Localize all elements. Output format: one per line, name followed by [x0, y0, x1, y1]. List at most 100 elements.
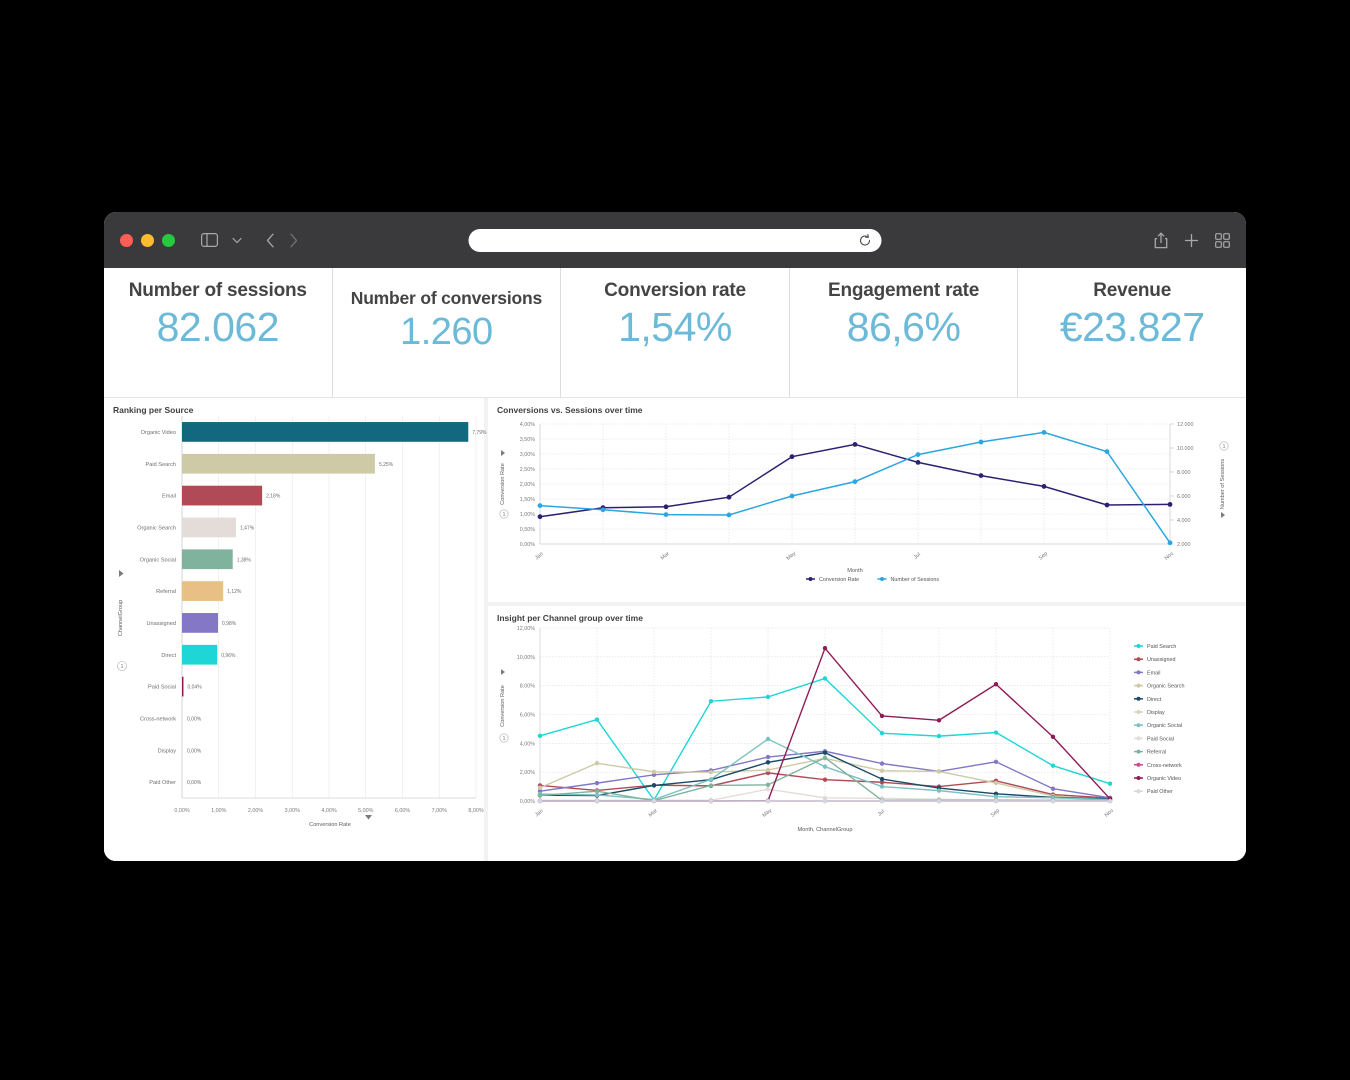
data-point[interactable]	[708, 783, 714, 788]
data-point[interactable]	[594, 780, 600, 786]
data-point[interactable]	[852, 442, 858, 447]
bar[interactable]	[182, 422, 469, 442]
data-point[interactable]	[594, 788, 600, 794]
data-point[interactable]	[879, 731, 885, 736]
data-point[interactable]	[594, 717, 600, 722]
data-point[interactable]	[765, 736, 771, 742]
bar[interactable]	[182, 644, 218, 665]
data-point[interactable]	[822, 750, 828, 755]
data-point[interactable]	[993, 759, 999, 764]
kpi-card-conversions[interactable]: Number of conversions 1.260	[333, 268, 562, 397]
data-point[interactable]	[879, 713, 885, 719]
legend-item[interactable]: Organic Video	[1147, 776, 1181, 782]
data-point[interactable]	[915, 460, 921, 465]
data-point[interactable]	[879, 798, 885, 804]
data-point[interactable]	[822, 645, 828, 651]
data-point[interactable]	[993, 780, 999, 786]
data-point[interactable]	[651, 798, 657, 804]
kpi-card-conversion-rate[interactable]: Conversion rate 1,54%	[561, 268, 790, 397]
data-point[interactable]	[708, 798, 714, 804]
data-point[interactable]	[765, 754, 771, 760]
data-point[interactable]	[852, 479, 858, 484]
data-point[interactable]	[765, 760, 771, 765]
data-point[interactable]	[789, 493, 795, 499]
multi-line-chart-canvas[interactable]: 0,00% 2,00% 4,00% 6,00% 8,00% 10,00% 12,00% Jan…	[488, 606, 1242, 861]
data-point[interactable]	[765, 767, 771, 773]
data-point[interactable]	[879, 776, 885, 782]
data-point[interactable]	[663, 504, 669, 510]
data-point[interactable]	[651, 783, 657, 788]
data-point[interactable]	[708, 699, 714, 704]
data-point[interactable]	[726, 494, 732, 500]
data-point[interactable]	[600, 507, 606, 513]
data-point[interactable]	[789, 454, 795, 460]
data-point[interactable]	[1167, 540, 1173, 546]
insight-per-channel-group-chart[interactable]: Insight per Channel group over time 0,00…	[488, 606, 1246, 861]
share-icon[interactable]	[1154, 232, 1168, 249]
chevron-down-icon[interactable]	[232, 237, 242, 244]
address-input[interactable]	[478, 234, 859, 246]
legend-item[interactable]: Organic Social	[1147, 723, 1182, 729]
reload-icon[interactable]	[859, 233, 872, 247]
data-point[interactable]	[822, 755, 828, 760]
data-point[interactable]	[765, 694, 771, 700]
bar[interactable]	[182, 613, 219, 633]
data-point[interactable]	[879, 761, 885, 766]
legend-item[interactable]: Organic Search	[1147, 684, 1184, 690]
data-point[interactable]	[537, 785, 543, 790]
data-point[interactable]	[663, 512, 669, 517]
data-point[interactable]	[1050, 798, 1056, 804]
data-point[interactable]	[651, 769, 657, 775]
data-point[interactable]	[594, 792, 600, 798]
line-chart-canvas[interactable]: 0,00% 0,50% 1,00% 1,50% 2,00% 2,50% 3,00% 3,50%…	[488, 398, 1242, 602]
data-point[interactable]	[978, 473, 984, 478]
data-point[interactable]	[936, 733, 942, 739]
data-point[interactable]	[993, 798, 999, 804]
data-point[interactable]	[936, 798, 942, 804]
legend-item[interactable]: Cross-network	[1147, 763, 1182, 769]
bar[interactable]	[182, 549, 233, 570]
data-point[interactable]	[537, 503, 543, 508]
data-point[interactable]	[993, 682, 999, 687]
data-point[interactable]	[936, 718, 942, 723]
data-point[interactable]	[594, 798, 600, 804]
data-point[interactable]	[1104, 502, 1110, 508]
data-point[interactable]	[936, 769, 942, 774]
sidebar-icon[interactable]	[201, 233, 218, 247]
data-point[interactable]	[537, 514, 543, 520]
data-point[interactable]	[726, 512, 732, 518]
close-window-button[interactable]	[120, 233, 133, 247]
ranking-per-source-chart[interactable]: Ranking per Source 0,00% 1,00% 2,00% 3,00% 4…	[104, 398, 488, 861]
data-point[interactable]	[978, 439, 984, 445]
data-point[interactable]	[822, 764, 828, 769]
data-point[interactable]	[537, 798, 543, 804]
tab-overview-icon[interactable]	[1215, 232, 1230, 248]
data-point[interactable]	[1107, 781, 1113, 786]
legend-item[interactable]: Unassigned	[1147, 657, 1175, 663]
data-point[interactable]	[1041, 484, 1047, 489]
minimize-window-button[interactable]	[141, 233, 154, 247]
data-point[interactable]	[1107, 798, 1113, 804]
legend-item[interactable]: Display	[1147, 710, 1165, 716]
conversions-vs-sessions-chart[interactable]: Conversions vs. Sessions over time 0,00%…	[488, 398, 1246, 602]
data-point[interactable]	[1050, 786, 1056, 791]
kpi-card-revenue[interactable]: Revenue €23.827	[1018, 268, 1246, 397]
data-point[interactable]	[1167, 502, 1173, 507]
legend-item[interactable]: Paid Other	[1147, 789, 1173, 795]
maximize-window-button[interactable]	[162, 233, 175, 247]
data-point[interactable]	[936, 788, 942, 793]
data-point[interactable]	[537, 733, 543, 739]
address-bar[interactable]	[468, 228, 882, 252]
plus-icon[interactable]	[1184, 233, 1199, 248]
bar[interactable]	[182, 453, 375, 474]
bar[interactable]	[182, 581, 224, 601]
data-point[interactable]	[765, 798, 771, 804]
bar-chart-canvas[interactable]: 0,00% 1,00% 2,00% 3,00% 4,00% 5,00% 6,00% 7,00%…	[104, 398, 488, 847]
data-point[interactable]	[915, 452, 921, 457]
legend-item[interactable]: Paid Social	[1147, 736, 1174, 742]
data-point[interactable]	[765, 782, 771, 788]
kpi-card-sessions[interactable]: Number of sessions 82.062	[104, 268, 333, 397]
legend-item[interactable]: Referral	[1147, 750, 1166, 756]
back-arrow-icon[interactable]	[266, 233, 275, 248]
kpi-card-engagement-rate[interactable]: Engagement rate 86,6%	[790, 268, 1019, 397]
